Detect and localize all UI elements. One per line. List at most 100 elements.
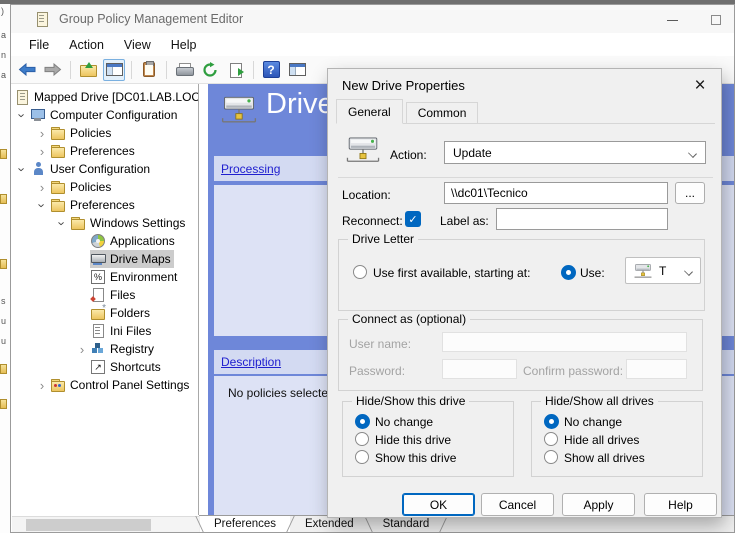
minimize-button[interactable] bbox=[658, 10, 686, 30]
computer-icon bbox=[31, 108, 45, 122]
action-value: Update bbox=[453, 146, 492, 160]
show-all-drives-label: Show all drives bbox=[564, 451, 645, 465]
tab-general[interactable]: General bbox=[336, 99, 403, 124]
use-first-available-radio[interactable] bbox=[353, 265, 367, 279]
show-console-tree-icon bbox=[106, 63, 123, 76]
chevron-down-icon[interactable] bbox=[54, 216, 70, 231]
tree-item-applications[interactable]: Applications bbox=[12, 232, 198, 250]
hide-this-drive-radio[interactable] bbox=[355, 432, 369, 446]
refresh-button[interactable] bbox=[199, 59, 221, 81]
menu-help[interactable]: Help bbox=[161, 36, 207, 54]
chevron-right-icon[interactable] bbox=[74, 342, 90, 357]
up-one-level-icon bbox=[80, 63, 97, 76]
location-label: Location: bbox=[342, 188, 391, 202]
tree-horizontal-scrollbar[interactable] bbox=[12, 516, 199, 532]
tab-preferences[interactable]: Preferences bbox=[200, 516, 290, 532]
tab-extended[interactable]: Extended bbox=[291, 516, 368, 532]
tree-item-folders[interactable]: Folders bbox=[12, 304, 198, 322]
processing-link[interactable]: Processing bbox=[221, 162, 280, 176]
description-link[interactable]: Description bbox=[221, 355, 281, 369]
no-change-all-label: No change bbox=[564, 415, 622, 429]
no-change-all-radio[interactable] bbox=[544, 414, 559, 429]
copy-button[interactable] bbox=[138, 59, 160, 81]
tree-item-drive-maps[interactable]: Drive Maps bbox=[12, 250, 198, 268]
drive-letter-group: Drive Letter Use first available, starti… bbox=[338, 239, 705, 311]
help-button[interactable] bbox=[260, 59, 282, 81]
location-input[interactable] bbox=[444, 182, 668, 204]
tree-item-environment[interactable]: Environment bbox=[12, 268, 198, 286]
control-panel-folder-icon bbox=[51, 378, 65, 392]
password-label: Password: bbox=[349, 364, 405, 378]
tree-item-policies[interactable]: Policies bbox=[12, 178, 198, 196]
tree-item-computer-configuration[interactable]: Computer Configuration bbox=[12, 106, 198, 124]
cancel-button[interactable]: Cancel bbox=[481, 493, 554, 516]
export-list-button[interactable] bbox=[225, 59, 247, 81]
forward-button[interactable] bbox=[42, 59, 64, 81]
tree-item-policies[interactable]: Policies bbox=[12, 124, 198, 142]
show-console-tree-button[interactable] bbox=[103, 59, 125, 81]
connect-as-group: Connect as (optional) User name: Passwor… bbox=[338, 319, 703, 391]
tree-item-control-panel-settings[interactable]: Control Panel Settings bbox=[12, 376, 198, 394]
files-icon bbox=[91, 288, 105, 302]
shortcuts-icon bbox=[91, 360, 105, 374]
tree-item-user-configuration[interactable]: User Configuration bbox=[12, 160, 198, 178]
separator bbox=[338, 177, 713, 178]
reconnect-checkbox[interactable] bbox=[405, 211, 421, 227]
folder-icon bbox=[51, 144, 65, 158]
drive-letter-select[interactable]: T bbox=[625, 257, 701, 284]
menu-file[interactable]: File bbox=[19, 36, 59, 54]
tree-item-registry[interactable]: Registry bbox=[12, 340, 198, 358]
apply-button[interactable]: Apply bbox=[562, 493, 635, 516]
tree-item-windows-settings[interactable]: Windows Settings bbox=[12, 214, 198, 232]
tree-item-shortcuts[interactable]: Shortcuts bbox=[12, 358, 198, 376]
hide-all-drives-radio[interactable] bbox=[544, 432, 558, 446]
close-icon[interactable] bbox=[687, 74, 713, 98]
new-drive-properties-dialog: New Drive Properties General Common Acti… bbox=[327, 68, 722, 518]
toolbar-separator bbox=[253, 61, 254, 79]
use-radio[interactable] bbox=[561, 265, 576, 280]
forward-icon bbox=[44, 63, 62, 76]
window-title: Group Policy Management Editor bbox=[59, 12, 243, 26]
hide-this-drive-label: Hide this drive bbox=[375, 433, 451, 447]
menu-action[interactable]: Action bbox=[59, 36, 114, 54]
tab-standard[interactable]: Standard bbox=[369, 516, 444, 532]
help-button[interactable]: Help bbox=[644, 493, 717, 516]
user-name-label: User name: bbox=[349, 337, 411, 351]
show-all-drives-radio[interactable] bbox=[544, 450, 558, 464]
chevron-down-icon[interactable] bbox=[14, 162, 30, 177]
hide-show-this-legend: Hide/Show this drive bbox=[352, 394, 469, 408]
folder-icon bbox=[71, 216, 85, 230]
chevron-right-icon[interactable] bbox=[34, 180, 50, 195]
user-icon bbox=[31, 162, 45, 176]
chevron-right-icon[interactable] bbox=[34, 126, 50, 141]
help-icon bbox=[263, 61, 280, 78]
maximize-button[interactable] bbox=[702, 10, 730, 30]
no-change-this-radio[interactable] bbox=[355, 414, 370, 429]
tab-common[interactable]: Common bbox=[406, 102, 479, 123]
print-button[interactable] bbox=[173, 59, 195, 81]
show-this-drive-radio[interactable] bbox=[355, 450, 369, 464]
drive-maps-header-icon bbox=[219, 94, 259, 126]
environment-icon bbox=[91, 270, 105, 284]
tree-item-files[interactable]: Files bbox=[12, 286, 198, 304]
no-change-this-label: No change bbox=[375, 415, 433, 429]
tree-item-root[interactable]: Mapped Drive [DC01.LAB.LOCA bbox=[12, 88, 198, 106]
chevron-down-icon[interactable] bbox=[14, 108, 30, 123]
tree-item-ini-files[interactable]: Ini Files bbox=[12, 322, 198, 340]
show-console-window-button[interactable] bbox=[286, 59, 308, 81]
chevron-right-icon[interactable] bbox=[34, 144, 50, 159]
scrollbar-thumb[interactable] bbox=[26, 519, 151, 531]
label-as-input[interactable] bbox=[496, 208, 668, 230]
tree-item-preferences[interactable]: Preferences bbox=[12, 196, 198, 214]
menu-view[interactable]: View bbox=[114, 36, 161, 54]
chevron-right-icon[interactable] bbox=[34, 378, 50, 393]
ok-button[interactable]: OK bbox=[402, 493, 475, 516]
folders-icon bbox=[91, 306, 105, 320]
tree-item-preferences[interactable]: Preferences bbox=[12, 142, 198, 160]
ini-files-icon bbox=[91, 324, 105, 338]
back-button[interactable] bbox=[16, 59, 38, 81]
action-select[interactable]: Update bbox=[444, 141, 706, 164]
up-one-level-button[interactable] bbox=[77, 59, 99, 81]
chevron-down-icon[interactable] bbox=[34, 198, 50, 213]
browse-button[interactable]: ... bbox=[675, 182, 705, 204]
